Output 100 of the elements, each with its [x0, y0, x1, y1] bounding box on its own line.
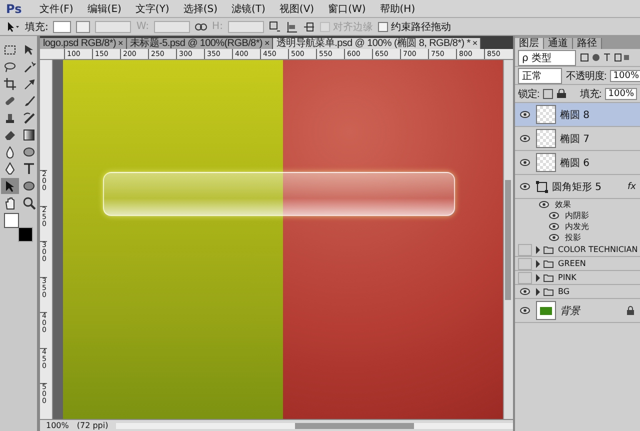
document-tab[interactable]: 透明导航菜单.psd @ 100% (椭圆 8, RGB/8*) * ×: [273, 38, 482, 49]
menu-item[interactable]: 文字(Y): [129, 2, 176, 16]
fill-field[interactable]: 100%: [605, 88, 637, 100]
fill-swatch[interactable]: [53, 20, 72, 32]
vertical-scrollbar[interactable]: [503, 60, 513, 419]
eye-icon: [549, 212, 559, 219]
layer-thumbnail: [536, 105, 556, 124]
checkbox[interactable]: [378, 22, 388, 32]
link-icon[interactable]: [195, 22, 208, 30]
lock-transparency-icon[interactable]: [543, 88, 554, 98]
fill-label: 填充:: [25, 20, 48, 34]
shape-layer-icon: [536, 180, 548, 192]
menu-item[interactable]: 选择(S): [177, 2, 224, 16]
effect-name: 投影: [565, 232, 581, 243]
layer-name: 椭圆 6: [560, 156, 590, 170]
background-color-swatch[interactable]: [18, 227, 33, 242]
layer-row[interactable]: GREEN: [515, 257, 640, 271]
folder-icon: [536, 260, 554, 268]
tool-button[interactable]: [1, 178, 19, 194]
opacity-label: 不透明度:: [566, 70, 606, 82]
panel-tab[interactable]: 路径: [573, 38, 602, 49]
horizontal-scrollbar[interactable]: [116, 422, 513, 428]
lasso-tool-icon: [3, 60, 17, 74]
layer-row[interactable]: BG: [515, 285, 640, 299]
eye-icon: [549, 234, 559, 241]
visibility-toggle[interactable]: [547, 232, 561, 244]
visibility-toggle[interactable]: [547, 210, 561, 222]
height-field[interactable]: [228, 20, 264, 32]
lock-label: 锁定:: [518, 88, 540, 100]
path-operations-icon[interactable]: [268, 20, 281, 32]
layer-row[interactable]: 椭圆 6: [515, 151, 640, 175]
layer-row[interactable]: 椭圆 7: [515, 127, 640, 151]
arrange-icon[interactable]: [302, 20, 315, 32]
layer-name: 圆角矩形 5: [552, 180, 602, 194]
layer-row[interactable]: 圆角矩形 5 fx: [515, 175, 640, 199]
eye-icon: [539, 201, 549, 208]
panel-tab[interactable]: 通道: [544, 38, 573, 49]
menu-item[interactable]: 文件(F): [34, 2, 80, 16]
opacity-field[interactable]: 100%: [610, 70, 640, 82]
layer-row[interactable]: COLOR TECHNICIAN: [515, 243, 640, 257]
visibility-toggle[interactable]: [518, 244, 532, 256]
close-button[interactable]: ×: [118, 38, 123, 49]
layer-name: BG: [558, 287, 570, 296]
visibility-toggle[interactable]: [518, 108, 532, 120]
layer-name: 背景: [560, 304, 580, 318]
zoom-level[interactable]: 100%: [46, 421, 69, 430]
stamp-tool-icon: [3, 111, 17, 125]
visibility-toggle[interactable]: [518, 304, 532, 316]
eye-icon: [520, 307, 530, 314]
layer-thumbnail: [536, 129, 556, 148]
folder-icon: [536, 288, 554, 296]
document-tab[interactable]: logo.psd RGB/8*) ×: [40, 38, 127, 49]
menu-item[interactable]: 窗口(W): [322, 2, 372, 16]
panel-tab[interactable]: 图层: [515, 38, 544, 49]
type-tool-icon: [22, 162, 36, 176]
close-button[interactable]: ×: [472, 38, 478, 49]
visibility-toggle[interactable]: [518, 132, 532, 144]
menu-item[interactable]: 编辑(E): [81, 2, 128, 16]
filter-icons[interactable]: [580, 53, 630, 62]
visibility-toggle[interactable]: [518, 156, 532, 168]
menu-item[interactable]: 帮助(H): [374, 2, 422, 16]
visibility-toggle[interactable]: [518, 180, 532, 192]
effect-name: 内发光: [565, 221, 589, 232]
visibility-toggle[interactable]: [518, 258, 532, 270]
fx-label: fx: [628, 182, 637, 192]
eye-icon: [520, 111, 530, 118]
ellipse-tool-icon: [22, 179, 36, 193]
gradient-tool-icon: [22, 128, 36, 142]
layer-name: COLOR TECHNICIAN: [558, 245, 638, 254]
foreground-color-swatch[interactable]: [4, 213, 19, 228]
effects-label: 效果: [555, 199, 571, 210]
filter-dropdown[interactable]: ρ 类型: [518, 50, 576, 66]
eye-icon: [520, 135, 530, 142]
document-tab[interactable]: 未标题-5.psd @ 100%(RGB/8*) ×: [127, 38, 274, 49]
fill-label: 填充:: [580, 88, 602, 100]
visibility-toggle[interactable]: [518, 272, 532, 284]
fill-dropdown[interactable]: [76, 20, 90, 32]
folder-icon: [536, 274, 554, 282]
lock-all-icon[interactable]: [557, 89, 566, 98]
visibility-toggle[interactable]: [537, 198, 551, 210]
blend-mode-dropdown[interactable]: 正常: [518, 68, 562, 84]
width-field[interactable]: [154, 20, 190, 32]
visibility-toggle[interactable]: [518, 286, 532, 298]
zoom-tool-icon: [22, 196, 36, 210]
hand-tool-icon: [3, 196, 17, 210]
glass-navigation-bar[interactable]: [103, 172, 455, 216]
path-select-tool-icon[interactable]: [6, 20, 20, 32]
effect-name: 内阴影: [565, 210, 589, 221]
menu-item[interactable]: 视图(V): [273, 2, 320, 16]
align-icon[interactable]: [286, 20, 298, 32]
visibility-toggle[interactable]: [547, 220, 561, 232]
layer-row[interactable]: PINK: [515, 271, 640, 285]
layer-row[interactable]: 椭圆 8: [515, 103, 640, 127]
tool-button[interactable]: [1, 76, 19, 92]
menu-item[interactable]: 滤镜(T): [226, 2, 272, 16]
layer-name: PINK: [558, 273, 576, 282]
layer-preview-icon: [540, 306, 552, 314]
close-button[interactable]: ×: [264, 38, 270, 49]
marquee-tool-icon: [3, 43, 17, 57]
eye-icon: [549, 223, 559, 230]
